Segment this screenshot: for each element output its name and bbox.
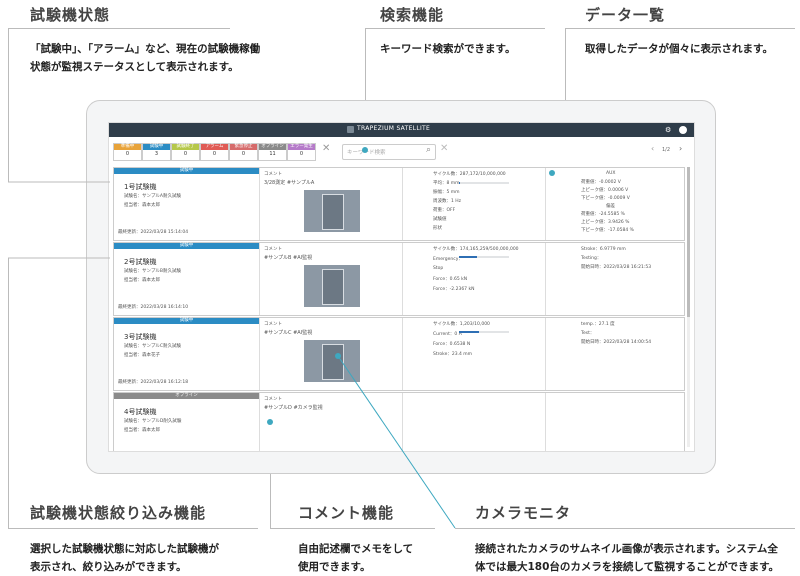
camera-connector	[8, 181, 456, 529]
